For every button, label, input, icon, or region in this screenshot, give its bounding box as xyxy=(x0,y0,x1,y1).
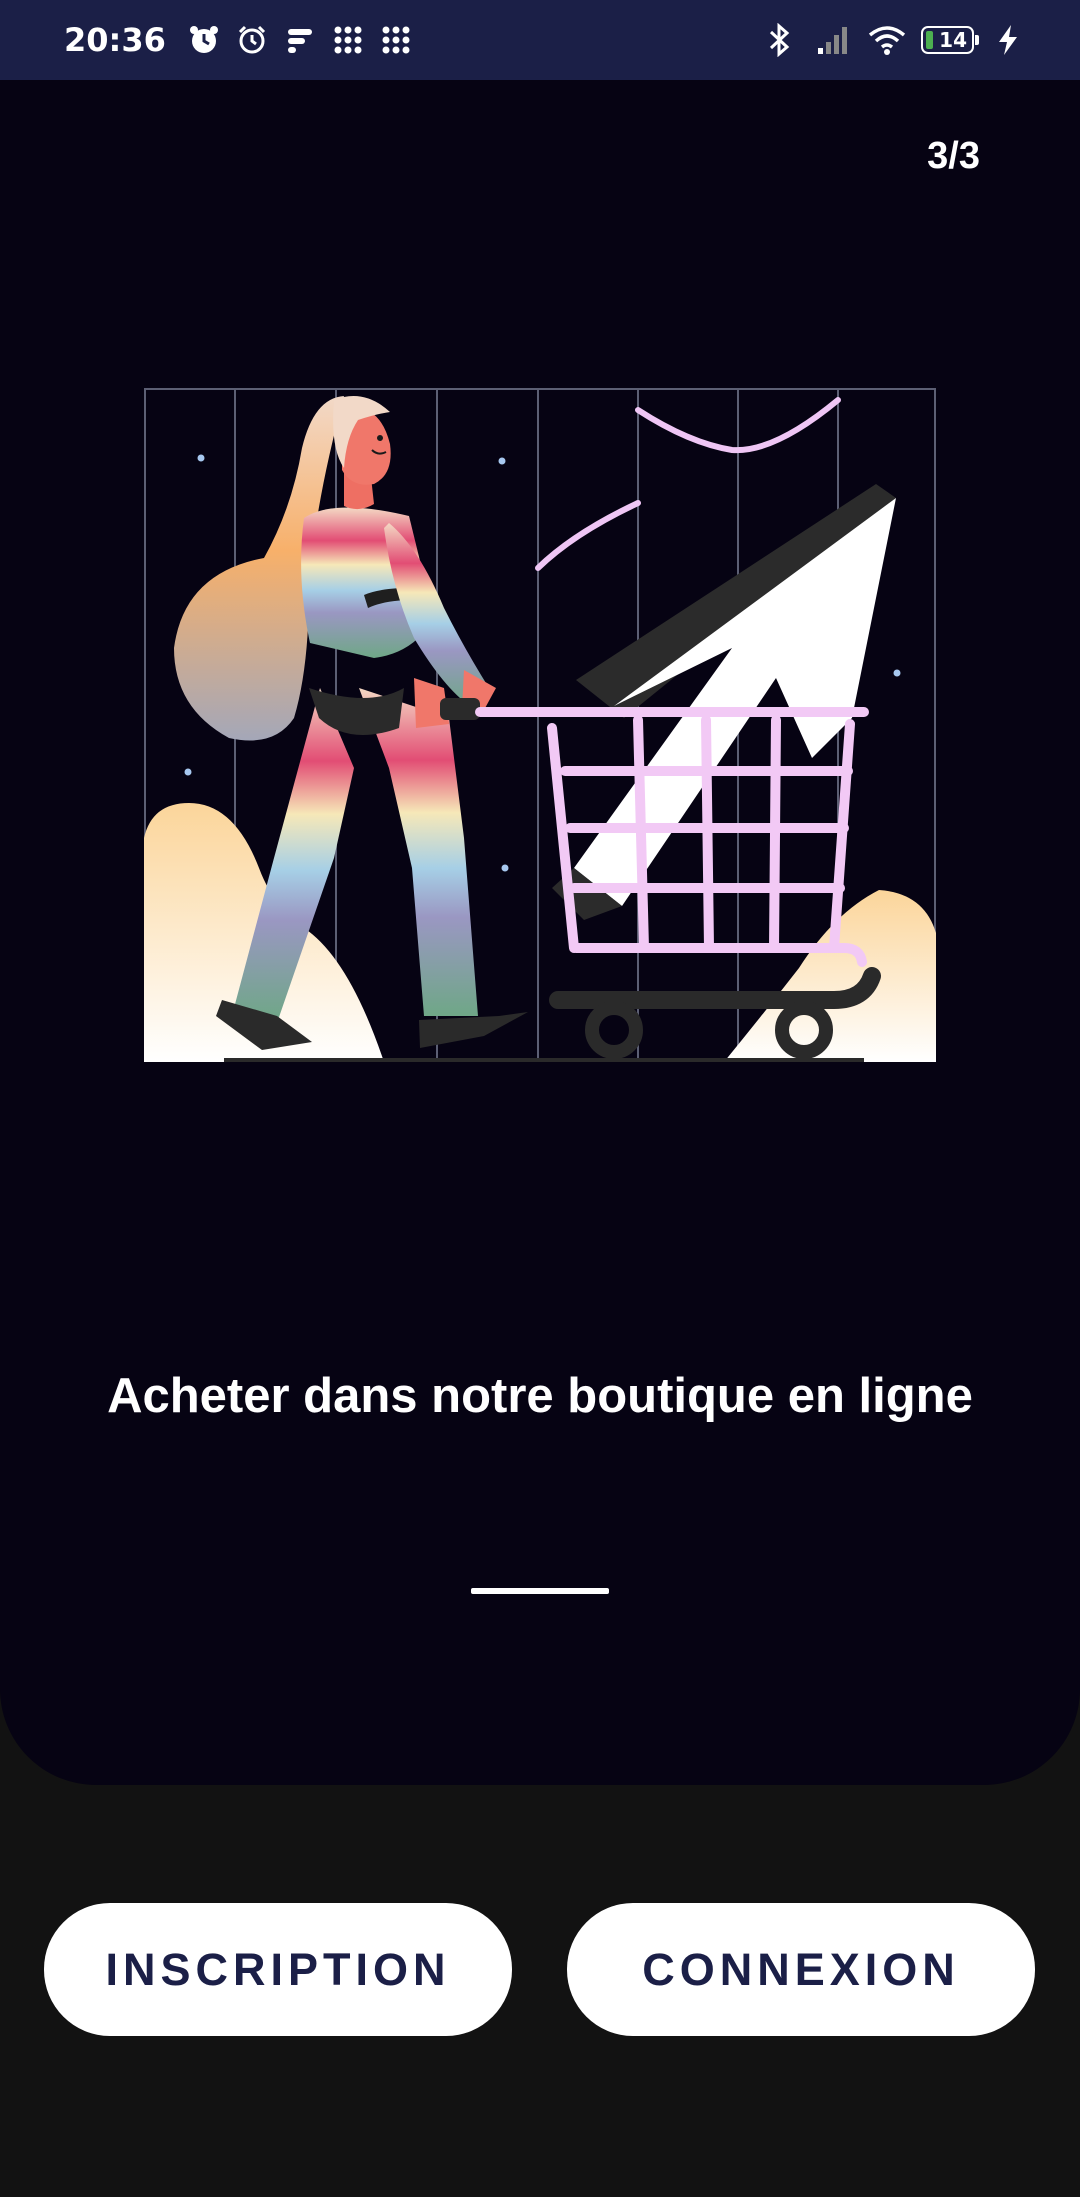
signal-icon xyxy=(813,20,853,60)
login-button[interactable]: CONNEXION xyxy=(567,1903,1035,2036)
onboarding-headline: Acheter dans notre boutique en ligne xyxy=(107,1369,973,1423)
grid-app-icon xyxy=(376,20,416,60)
status-bar: 20:36 14 xyxy=(0,0,1080,80)
signup-button[interactable]: INSCRIPTION xyxy=(44,1903,512,2036)
grid-app-icon xyxy=(328,20,368,60)
page-indicator xyxy=(471,1588,609,1594)
battery-icon: 14 xyxy=(921,26,979,54)
battery-level-fill xyxy=(926,31,934,49)
app-notification-icon xyxy=(280,20,320,60)
status-bar-left: 20:36 xyxy=(64,20,424,60)
bluetooth-icon xyxy=(759,20,799,60)
battery-level: 14 xyxy=(939,28,967,52)
woman-shopping-cart-illustration xyxy=(144,388,936,1062)
onboarding-card[interactable]: 3/3 Acheter dans notre boutique en ligne xyxy=(0,80,1080,1785)
wifi-icon xyxy=(867,20,907,60)
charging-icon xyxy=(988,20,1028,60)
status-time: 20:36 xyxy=(64,21,166,59)
page-counter: 3/3 xyxy=(927,135,980,177)
status-bar-right: 14 xyxy=(745,20,1028,60)
alarm-icon xyxy=(184,20,224,60)
alarm-clock-icon xyxy=(232,20,272,60)
